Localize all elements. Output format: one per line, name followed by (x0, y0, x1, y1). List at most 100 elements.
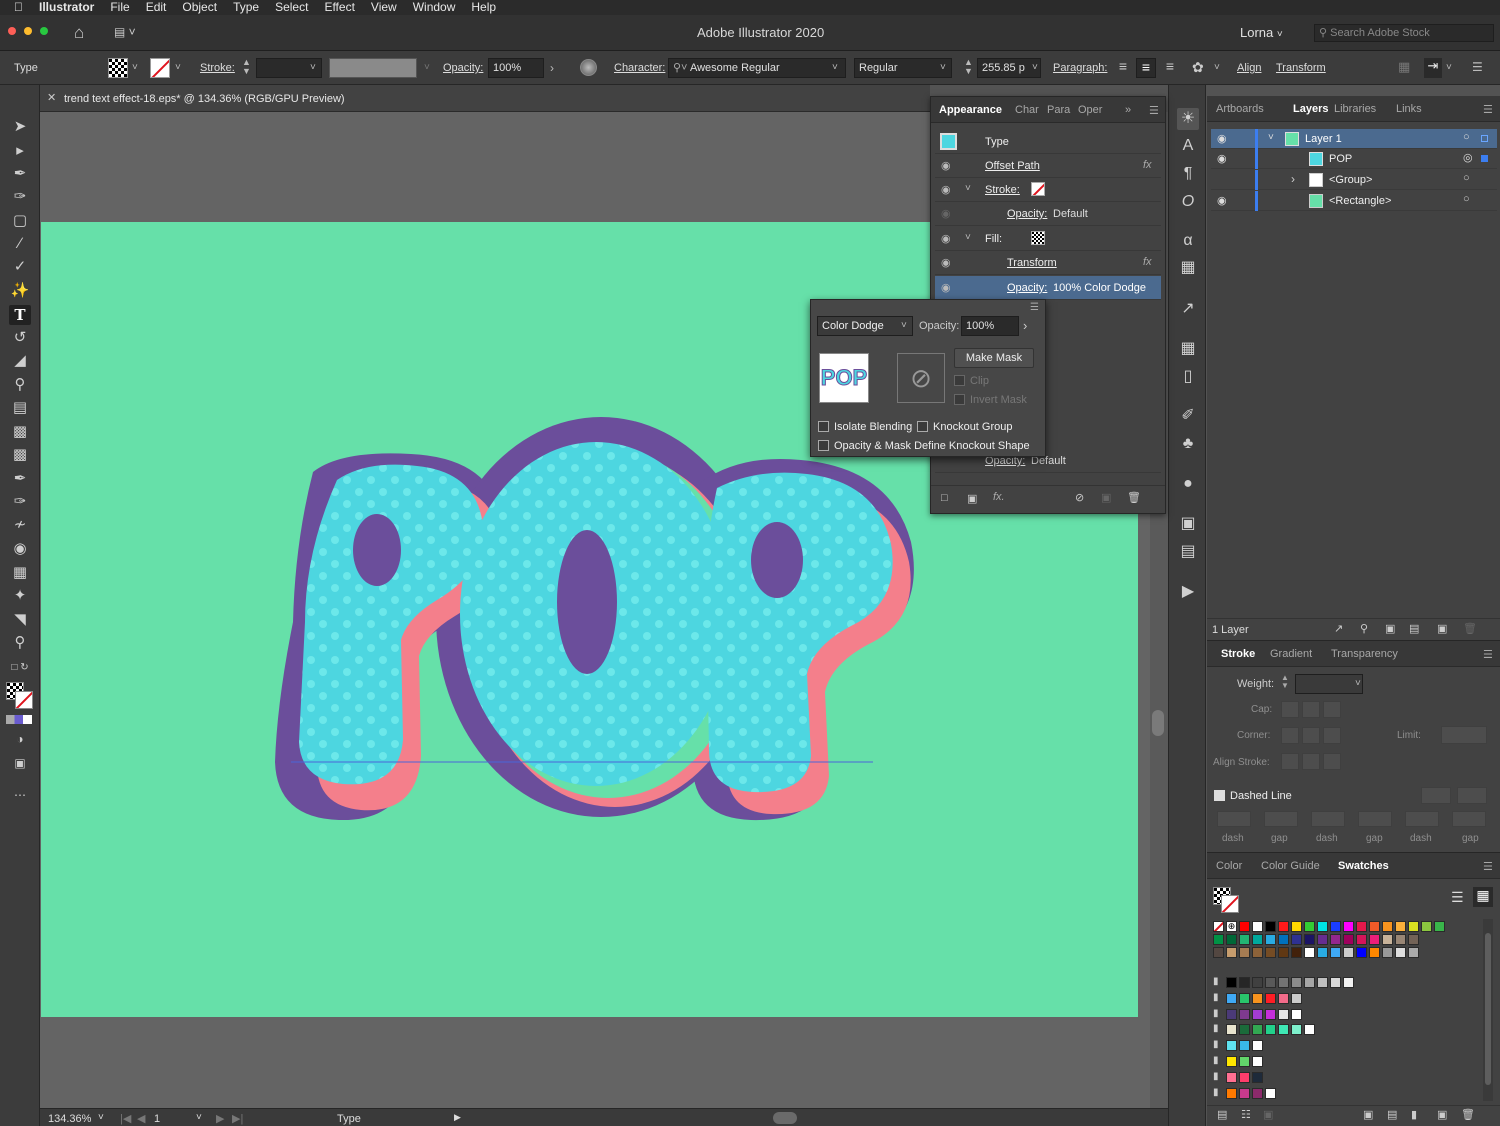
weight-stepper-icon[interactable]: ▲ ▼ (1281, 674, 1289, 690)
gap-field-2[interactable] (1358, 811, 1392, 827)
chevron-down-icon[interactable]: ˅ (1446, 62, 1452, 73)
appearance-row-stroke[interactable]: ◉ ˅ Stroke: (935, 178, 1161, 202)
panel-menu-icon[interactable]: ☰ (1483, 860, 1493, 873)
align-link[interactable]: Align (1237, 62, 1261, 74)
swatch-row3-3[interactable] (1252, 947, 1263, 958)
fill-pattern-swatch[interactable] (1031, 231, 1045, 245)
isolate-blending-checkbox[interactable] (818, 421, 829, 432)
popup-opacity-field[interactable]: 100% (961, 316, 1019, 336)
align-center-icon[interactable]: ≡ (1136, 58, 1156, 78)
swatch-group1-5[interactable] (1291, 977, 1302, 988)
paintbrush-tool-icon[interactable]: ✓ (9, 257, 31, 277)
swatch-row3-4[interactable] (1265, 947, 1276, 958)
layer-row-rectangle[interactable]: ◉ <Rectangle> ○ (1211, 191, 1497, 211)
color-group-folder-icon[interactable]: ▮ (1213, 1023, 1219, 1034)
swatch-row1-10[interactable] (1369, 921, 1380, 932)
screen-mode-icon[interactable]: ▣ (9, 753, 31, 773)
fill-swatch[interactable] (108, 58, 128, 78)
tab-oper[interactable]: Oper (1078, 104, 1102, 116)
visibility-eye-icon[interactable]: ◉ (941, 256, 951, 269)
add-effect-icon[interactable]: fx. (993, 491, 1005, 503)
pathfinder-panel-icon[interactable]: ▣ (1177, 513, 1199, 535)
swatch-group1-9[interactable] (1343, 977, 1354, 988)
apple-icon[interactable]:  (0, 0, 31, 15)
swatch-group2-5[interactable] (1291, 992, 1302, 1004)
tab-layers[interactable]: Layers (1293, 103, 1328, 115)
tab-color-guide[interactable]: Color Guide (1261, 860, 1320, 872)
align-inside-stroke-button[interactable] (1302, 753, 1320, 770)
swatch-group3-0[interactable] (1226, 1008, 1237, 1020)
tab-artboards[interactable]: Artboards (1216, 103, 1264, 115)
panel-menu-icon[interactable]: ☰ (1149, 104, 1159, 117)
swatch-row2-9[interactable] (1330, 934, 1341, 945)
color-mode-buttons[interactable] (6, 715, 32, 724)
zoom-tool-icon[interactable]: ⚲ (9, 633, 31, 653)
previous-artboard-icon[interactable]: ◀ (137, 1112, 145, 1125)
swatch-group6-1[interactable] (1239, 1056, 1250, 1067)
swatch-group4-4[interactable] (1278, 1024, 1289, 1036)
next-artboard-icon[interactable]: ▶ (216, 1112, 224, 1125)
chevron-down-icon[interactable]: ˅ (98, 1112, 104, 1123)
rectangle-tool-icon[interactable]: ▢ (9, 211, 31, 231)
graphic-styles-icon[interactable]: ▤ (1177, 541, 1199, 563)
visibility-eye-icon[interactable]: ◉ (941, 159, 951, 172)
scroll-thumb[interactable] (1152, 710, 1164, 736)
cap-round-button[interactable] (1302, 701, 1320, 718)
eraser-tool-icon[interactable]: ◢ (9, 351, 31, 371)
dash-field-1[interactable] (1217, 811, 1251, 827)
color-group-folder-icon[interactable]: ▮ (1213, 1055, 1219, 1066)
isolate-icon[interactable]: ▦ (1398, 59, 1410, 75)
swatch-group1-0[interactable] (1226, 977, 1237, 988)
swatch-row1-4[interactable] (1291, 921, 1302, 932)
control-menu-icon[interactable]: ☰ (1472, 60, 1483, 74)
align-left-icon[interactable]: ≡ (1114, 58, 1132, 78)
symbols-panel-icon[interactable]: ♣ (1177, 433, 1199, 455)
close-window-button[interactable] (8, 27, 16, 35)
layer-row-group[interactable]: › <Group> ○ (1211, 170, 1497, 190)
swatch-group2-1[interactable] (1239, 992, 1250, 1004)
swatch-row2-15[interactable] (1408, 934, 1419, 945)
swatch-row1-1[interactable] (1252, 921, 1263, 932)
dashed-line-checkbox[interactable] (1214, 790, 1225, 801)
color-group-folder-icon[interactable]: ▮ (1213, 1039, 1219, 1050)
tab-gradient[interactable]: Gradient (1270, 648, 1312, 660)
swatch-row1-8[interactable] (1343, 921, 1354, 932)
eyedropper-tool-icon[interactable]: ✒ (9, 469, 31, 489)
symbol-sprayer-tool-icon[interactable]: ▩ (9, 422, 31, 442)
new-color-group-icon[interactable]: ▣ (1363, 1108, 1373, 1121)
puppet-warp-icon[interactable]: ✿ (1192, 59, 1204, 76)
export-icon[interactable]: ↗ (1334, 622, 1343, 635)
fill-opacity-label[interactable]: Opacity: (1007, 282, 1047, 294)
opacity-field[interactable]: 100% (488, 58, 544, 78)
swatch-row1-13[interactable] (1408, 921, 1419, 932)
appearance-row-fill[interactable]: ◉ ˅ Fill: (935, 227, 1161, 251)
color-group-folder-icon[interactable]: ▮ (1213, 992, 1219, 1003)
swatch-group4-2[interactable] (1252, 1024, 1263, 1036)
swatch-row2-0[interactable] (1213, 934, 1224, 945)
object-thumbnail[interactable]: POP (819, 353, 869, 403)
swatch-row1-5[interactable] (1304, 921, 1315, 932)
swatch-row1-6[interactable] (1317, 921, 1328, 932)
arrange-documents-icon[interactable]: ⇥ (1424, 58, 1442, 78)
swatch-scrollbar[interactable] (1483, 919, 1493, 1101)
actions-play-icon[interactable]: ▶ (1177, 581, 1199, 603)
visibility-eye-icon[interactable]: ◉ (941, 281, 951, 294)
swatch-row3-5[interactable] (1278, 947, 1289, 958)
blend-mode-select[interactable]: Color Dodge (817, 316, 913, 336)
none-swatch[interactable] (1213, 921, 1224, 932)
tab-links[interactable]: Links (1396, 103, 1422, 115)
menu-edit[interactable]: Edit (138, 0, 175, 15)
variable-width-profile[interactable] (329, 58, 417, 78)
type-tool-icon[interactable]: T (9, 305, 31, 325)
chevron-down-icon[interactable]: ˅ (1214, 62, 1220, 73)
tab-para[interactable]: Para (1047, 104, 1070, 116)
stroke-opacity-label[interactable]: Opacity: (1007, 208, 1047, 220)
opacity-mask-knockout-checkbox[interactable] (818, 440, 829, 451)
delete-layer-icon[interactable]: 🗑 (1463, 622, 1477, 635)
swatch-group3-4[interactable] (1278, 1008, 1289, 1020)
chevron-down-icon[interactable]: ˅ (310, 62, 316, 73)
swatch-row1-15[interactable] (1434, 921, 1445, 932)
swatch-row2-3[interactable] (1252, 934, 1263, 945)
swatch-row3-1[interactable] (1226, 947, 1237, 958)
stroke-swatch[interactable] (150, 58, 170, 78)
